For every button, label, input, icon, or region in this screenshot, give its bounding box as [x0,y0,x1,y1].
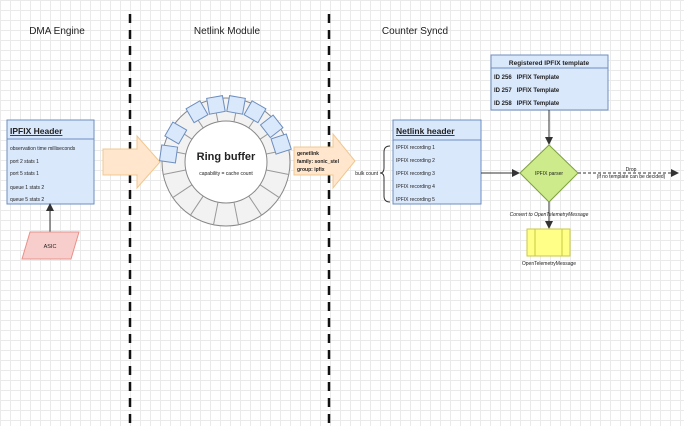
ring-buffer-title: Ring buffer [197,151,256,163]
netlink-record-row: IPFIX recording 4 [396,184,435,190]
netlink-header-title: Netlink header [396,126,455,136]
netlink-record-row: IPFIX recording 5 [396,197,435,203]
ring-buffer-slot [226,95,246,115]
template-row: ID 257 IPFIX Template [494,88,560,94]
ipfix-parser-label: IPFIX parser [535,171,563,177]
bulk-count-brace [379,145,391,203]
genetlink-family-label: family: sonic_stel [297,159,340,165]
architecture-diagram: DMA Engine Netlink Module Counter Syncd … [6,14,679,426]
convert-label: Convert to OpenTelemetryMessage [510,212,589,218]
ipfix-header-row: queue 1 stats 2 [10,185,44,191]
ring-buffer-slot [158,144,179,164]
template-row: ID 256 IPFIX Template [494,75,560,81]
genetlink-label: genetlink [297,151,319,157]
ipfix-header-row: queue 5 stats 2 [10,197,44,203]
flow-arrow-to-ring-buffer [102,134,161,190]
registered-template-title: Registered IPFIX template [509,60,590,67]
ring-buffer-subtitle: capability = cache count [199,171,253,177]
drop-condition-label: (if no template can be decided) [597,174,666,180]
ring-buffer-slot [206,95,226,115]
drop-label: Drop [626,167,637,173]
genetlink-group-label: group: ipfix [297,167,325,173]
asic-label: ASIC [44,244,57,250]
ipfix-header-row: port 5 stats 1 [10,171,39,177]
netlink-record-row: IPFIX recording 3 [396,171,435,177]
otel-message-label: OpenTelemetryMessage [522,261,576,267]
column-title-dma-engine: DMA Engine [29,26,85,37]
netlink-header-table: Netlink header IPFIX recording 1 IPFIX r… [392,119,482,205]
ipfix-header-row: port 2 stats 1 [10,159,39,165]
bulk-count-label: bulk count [355,171,378,177]
registered-template-table: Registered IPFIX template ID 256 IPFIX T… [490,54,609,111]
ipfix-header-table: IPFIX Header observation time millisecon… [6,119,95,205]
template-row: ID 258 IPFIX Template [494,101,560,107]
ipfix-header-title: IPFIX Header [10,126,63,136]
ipfix-header-row: observation time milliseconds [10,146,76,152]
ring-buffer: Ring buffer capability = cache count [158,95,292,227]
netlink-record-row: IPFIX recording 1 [396,145,435,151]
otel-message-box [526,228,571,257]
column-title-counter-syncd: Counter Syncd [382,26,448,37]
column-title-netlink-module: Netlink Module [194,26,261,37]
netlink-record-row: IPFIX recording 2 [396,158,435,164]
